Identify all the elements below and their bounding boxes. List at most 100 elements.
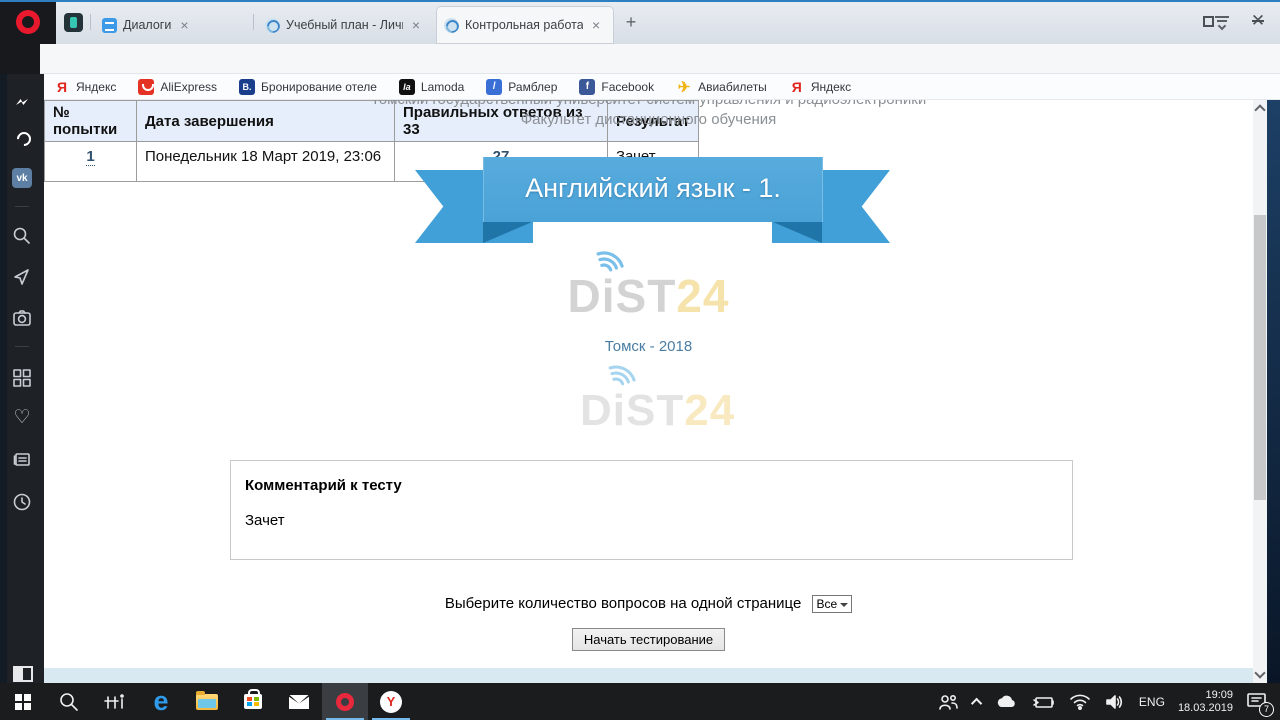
tab-study-plan[interactable]: Учебный план - Личный × bbox=[257, 6, 431, 44]
my-flow-icon[interactable] bbox=[12, 267, 32, 287]
course-title: Английский язык - 1. bbox=[483, 157, 823, 222]
comment-body: Зачет bbox=[245, 512, 1058, 529]
tab-divider bbox=[253, 14, 254, 30]
tab-close-icon[interactable]: × bbox=[177, 16, 191, 34]
snapshot-camera-icon[interactable] bbox=[12, 308, 32, 328]
dist24-watermark: DiST24 bbox=[580, 386, 735, 436]
task-view-button[interactable] bbox=[92, 683, 138, 720]
address-bar: ‹ › ⟳ study.tusur.ru/testing/mod/quiz/vi… bbox=[0, 44, 1280, 74]
chat-favicon-icon bbox=[102, 18, 117, 33]
comment-title: Комментарий к тесту bbox=[245, 477, 1058, 494]
people-icon[interactable] bbox=[937, 692, 961, 712]
tab-divider bbox=[90, 14, 91, 30]
tab-dialogs[interactable]: Диалоги × bbox=[94, 6, 250, 44]
system-tray: ENG 19:09 18.03.2019 7 bbox=[937, 683, 1280, 720]
yandex-icon: Я bbox=[789, 79, 805, 95]
store-icon[interactable] bbox=[230, 683, 276, 720]
bookmark-aliexpress[interactable]: AliExpress bbox=[138, 79, 217, 95]
tab-title: Учебный план - Личный bbox=[286, 18, 403, 32]
vk-icon[interactable]: vk bbox=[12, 168, 32, 188]
start-test-button[interactable]: Начать тестирование bbox=[572, 628, 725, 651]
window-top-border bbox=[0, 0, 1280, 2]
mail-icon[interactable] bbox=[276, 683, 322, 720]
booking-icon: В. bbox=[239, 79, 255, 95]
tusur-favicon-icon bbox=[265, 18, 280, 33]
bookmark-avia[interactable]: ✈Авиабилеты bbox=[676, 79, 767, 95]
tab-close-icon[interactable]: × bbox=[409, 16, 423, 34]
search-icon[interactable] bbox=[12, 226, 32, 246]
file-explorer-icon[interactable] bbox=[184, 683, 230, 720]
sidebar-settings-icon[interactable] bbox=[13, 666, 33, 682]
dist24-logo: DiST24 bbox=[44, 272, 1253, 320]
volume-icon[interactable] bbox=[1104, 693, 1126, 711]
wifi-icon[interactable] bbox=[1069, 693, 1091, 710]
page-content: Томский государственный университет сист… bbox=[44, 100, 1253, 683]
history-clock-icon[interactable] bbox=[12, 492, 32, 512]
city-year: Томск - 2018 bbox=[44, 338, 1253, 355]
comment-box: Комментарий к тесту Зачет bbox=[230, 460, 1073, 560]
tab-title: Диалоги bbox=[123, 18, 171, 32]
bookmark-booking[interactable]: В.Бронирование отеле bbox=[239, 79, 377, 95]
scroll-up-icon[interactable] bbox=[1254, 104, 1265, 115]
tusur-favicon-icon bbox=[444, 18, 459, 33]
messenger-icon[interactable] bbox=[12, 92, 32, 112]
lamoda-icon: la bbox=[399, 79, 415, 95]
desktop-edge bbox=[1267, 100, 1280, 683]
opera-logo-icon bbox=[16, 10, 40, 34]
bookmarks-bar: ЯЯндекс AliExpress В.Бронирование отеле … bbox=[40, 74, 1280, 100]
airplane-icon: ✈ bbox=[676, 79, 692, 95]
personal-news-icon[interactable] bbox=[12, 450, 32, 470]
taskbar: e Y ENG 19:09 18.03.2019 7 bbox=[0, 683, 1280, 720]
language-indicator[interactable]: ENG bbox=[1139, 695, 1165, 709]
bookmark-yandex[interactable]: ЯЯндекс bbox=[54, 79, 116, 95]
pinned-tab-icon bbox=[70, 17, 77, 28]
start-row: Начать тестирование bbox=[44, 628, 1253, 651]
screen: Диалоги × Учебный план - Личный × Контро… bbox=[0, 0, 1280, 720]
aliexpress-icon bbox=[138, 79, 154, 95]
bookmark-lamoda[interactable]: laLamoda bbox=[399, 79, 464, 95]
yandex-icon: Я bbox=[54, 79, 70, 95]
attempt-link[interactable]: 1 bbox=[86, 148, 94, 166]
edge-icon[interactable]: e bbox=[138, 683, 184, 720]
start-button[interactable] bbox=[0, 683, 46, 720]
bookmarks-heart-icon[interactable]: ♡ bbox=[12, 408, 32, 428]
scrollbar-thumb[interactable] bbox=[1254, 215, 1266, 500]
taskbar-search-button[interactable] bbox=[46, 683, 92, 720]
battery-charging-icon[interactable] bbox=[1032, 694, 1056, 710]
windows-logo-icon bbox=[15, 694, 31, 710]
scrollbar[interactable] bbox=[1253, 100, 1267, 683]
close-button[interactable]: ✕ bbox=[1244, 8, 1272, 34]
taskbar-clock[interactable]: 19:09 18.03.2019 bbox=[1178, 689, 1233, 715]
facebook-icon: f bbox=[579, 79, 595, 95]
opera-menu-button[interactable] bbox=[0, 0, 56, 44]
sidebar-divider bbox=[15, 346, 29, 347]
onedrive-cloud-icon[interactable] bbox=[995, 694, 1019, 710]
rambler-icon: / bbox=[486, 79, 502, 95]
maximize-button[interactable] bbox=[1194, 8, 1222, 34]
attempt-date: Понедельник 18 Март 2019, 23:06 bbox=[137, 142, 395, 182]
bookmark-yandex-2[interactable]: ЯЯндекс bbox=[789, 79, 851, 95]
bookmark-facebook[interactable]: fFacebook bbox=[579, 79, 654, 95]
bookmark-rambler[interactable]: /Рамблер bbox=[486, 79, 557, 95]
tab-title: Контрольная работа по д bbox=[465, 18, 583, 32]
tab-quiz-active[interactable]: Контрольная работа по д × bbox=[436, 6, 614, 44]
notification-badge: 7 bbox=[1259, 702, 1274, 717]
scroll-down-icon[interactable] bbox=[1254, 667, 1265, 678]
university-title: Томский государственный университет сист… bbox=[44, 100, 1253, 108]
tab-grid-icon[interactable] bbox=[12, 368, 32, 388]
hidden-icons-chevron[interactable] bbox=[971, 697, 982, 708]
questions-label: Выберите количество вопросов на одной ст… bbox=[445, 595, 802, 612]
questions-select[interactable]: Все bbox=[812, 595, 853, 613]
tray-time: 19:09 bbox=[1205, 689, 1233, 701]
yandex-browser-icon[interactable]: Y bbox=[368, 683, 414, 720]
whatsapp-icon[interactable] bbox=[12, 127, 32, 147]
faculty-title: Факультет дистанционного обучения bbox=[44, 111, 1253, 128]
opera-taskbar-icon[interactable] bbox=[322, 683, 368, 720]
tray-date: 18.03.2019 bbox=[1178, 702, 1233, 714]
new-tab-button[interactable]: + bbox=[620, 12, 642, 34]
opera-sidebar: vk ♡ bbox=[0, 74, 44, 683]
pinned-tab[interactable] bbox=[64, 13, 83, 32]
questions-per-page-row: Выберите количество вопросов на одной ст… bbox=[44, 595, 1253, 613]
action-center-icon[interactable]: 7 bbox=[1246, 691, 1270, 713]
tab-close-icon[interactable]: × bbox=[589, 16, 603, 34]
